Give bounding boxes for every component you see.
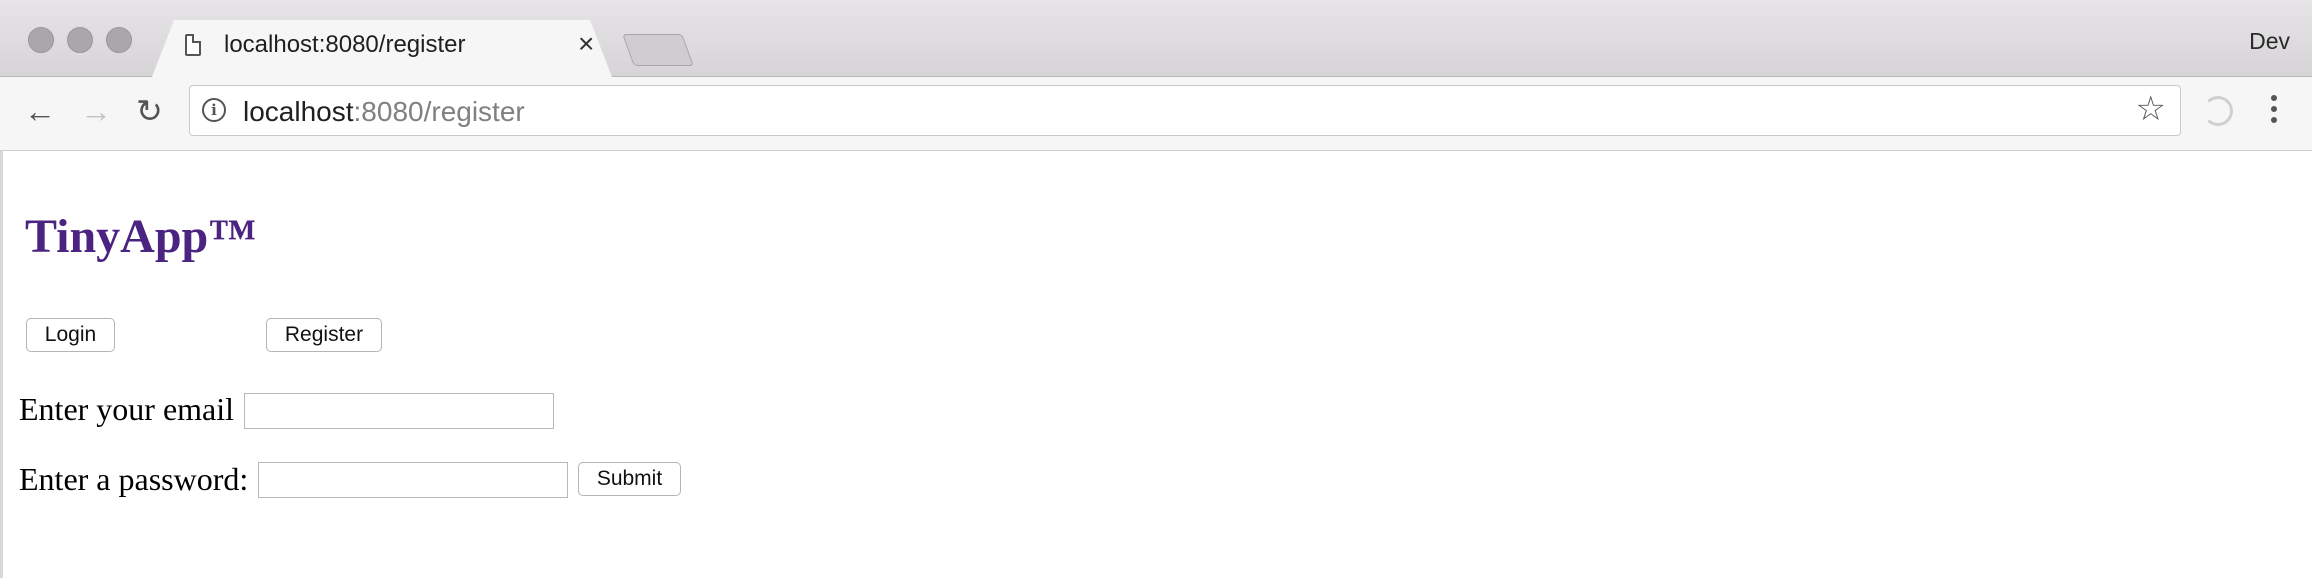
url-path: :8080/register [353, 96, 525, 127]
forward-arrow-icon[interactable]: → [80, 95, 112, 127]
password-label: Enter a password: [19, 461, 249, 497]
url-host: localhost [243, 96, 354, 127]
address-bar[interactable]: i localhost:8080/register ☆ [189, 85, 2181, 136]
extension-icon[interactable] [2203, 96, 2233, 126]
back-arrow-icon[interactable]: ← [24, 95, 56, 127]
login-button[interactable]: Login [26, 318, 115, 352]
bookmark-star-icon[interactable]: ☆ [2136, 92, 2166, 126]
email-label: Enter your email [19, 391, 235, 427]
document-icon [185, 34, 201, 56]
browser-titlebar: localhost:8080/register × Dev [0, 0, 2312, 77]
app-title: TinyApp™ [25, 210, 257, 263]
reload-icon[interactable]: ↻ [136, 95, 163, 127]
email-field[interactable] [244, 393, 554, 429]
info-icon[interactable]: i [202, 98, 226, 122]
password-field[interactable] [258, 462, 568, 498]
submit-button[interactable]: Submit [578, 462, 681, 496]
kebab-menu-icon[interactable] [2262, 91, 2286, 131]
url-text[interactable]: localhost:8080/register [243, 96, 525, 128]
tab-title: localhost:8080/register [224, 31, 466, 58]
new-tab-button[interactable] [622, 34, 694, 66]
register-button[interactable]: Register [266, 318, 382, 352]
window-edge [0, 151, 3, 578]
minimize-window-button[interactable] [67, 27, 93, 53]
browser-toolbar: ← → ↻ i localhost:8080/register ☆ [0, 77, 2312, 151]
tab-close-icon[interactable]: × [578, 30, 594, 58]
close-window-button[interactable] [28, 27, 54, 53]
profile-name[interactable]: Dev [2249, 28, 2290, 55]
maximize-window-button[interactable] [106, 27, 132, 53]
page-content: TinyApp™ Login Register Enter your email… [0, 151, 2312, 578]
